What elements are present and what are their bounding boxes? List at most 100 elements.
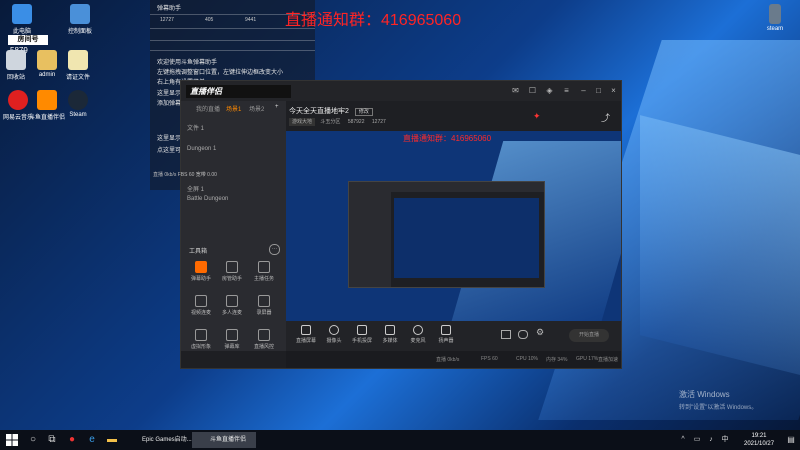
task-view-icon[interactable]: ⧉ [45,433,59,447]
room-category[interactable]: 游戏大地 [289,118,316,126]
tool-multi-link[interactable]: 多人连麦 [217,295,247,316]
computer-icon [12,4,32,24]
tool-video-link[interactable]: 视频连麦 [186,295,216,316]
tool-avatar[interactable]: 虚拟形象 [186,329,216,350]
tool-risk-control[interactable]: 直播风控 [249,329,279,350]
tool-danmaku-assistant[interactable]: 弹幕助手 [186,261,216,282]
desktop-icon-control-panel[interactable]: 控制面板 [60,4,100,35]
windows-start-icon[interactable] [6,434,18,446]
toolbox-more-icon[interactable]: ··· [269,244,280,255]
shield-icon [258,329,270,341]
tool-recorder[interactable]: 录屏器 [249,295,279,316]
tool-room-admin[interactable]: 房管助手 [217,261,247,282]
tool-label: 多人连麦 [221,310,242,316]
play-icon [385,325,395,335]
volume-icon[interactable]: ♪ [704,433,718,447]
button-label: 摄像头 [326,338,342,344]
overlay-line: 这里显示 [157,136,182,142]
download-icon [226,295,238,307]
room-badge: 房间号 [8,35,48,45]
control-panel-icon [70,4,90,24]
maximize-icon[interactable]: □ [594,86,603,95]
file-explorer-icon[interactable]: ▬ [105,433,119,447]
close-icon[interactable]: × [609,86,618,95]
notice-icon[interactable]: ☐ [528,86,537,95]
tool-tasks[interactable]: 主播任务 [249,261,279,282]
room-id: 587922 [347,119,365,125]
bottom-toolbar: 直播屏幕 摄像头 手机投屏 多媒体 麦克风 扬声器 ⚙ 开始直播 [286,321,621,351]
desktop-icon-computer[interactable]: 此电脑 [2,4,42,35]
status-bar: 直播 0kb/s FPS 60 CPU 10% 内存 34% GPU 17% 直… [286,351,621,368]
tab-scene-2[interactable]: 场景2 [249,104,264,113]
tray-chevron-icon[interactable]: ^ [676,433,690,447]
speaker-button[interactable]: 扬声器 [431,325,461,344]
tab-my-live[interactable]: 我的直播 [196,104,220,113]
status-item: GPU 17% [576,356,599,362]
room-heat: 12727 [371,119,386,125]
tool-danmaku-library[interactable]: 弹幕库 [217,329,247,350]
status-item: 直播 0kb/s [436,357,460,363]
avatar-icon [195,329,207,341]
skin-icon[interactable]: ◈ [545,86,554,95]
phone-cast-button[interactable]: 手机投屏 [347,325,377,344]
share-icon[interactable]: ⤴ [601,111,610,124]
room-title-text: 今天全天直播地牢2 [289,108,349,115]
ime-indicator[interactable]: 中 [718,433,732,447]
desktop-icon-label: 请证文件 [65,75,90,81]
steam-file-icon [769,4,781,24]
tab-scene-1[interactable]: 场景1 [226,104,241,113]
screen-capture-button[interactable]: 直播屏幕 [291,325,321,344]
scene-item[interactable]: Battle Dungeon [187,196,228,202]
menu-icon[interactable]: ≡ [562,86,571,95]
overlay-stat: 9441 [245,17,257,23]
camera-icon [329,325,339,335]
edge-icon[interactable]: e [85,433,99,447]
add-tab-icon[interactable]: + [275,104,279,110]
toolbox-title: 工具箱 [189,249,208,255]
scene-item[interactable]: 全屏 1 [187,184,204,193]
desktop-icon-steam[interactable]: Steam [58,90,98,118]
tool-label: 房管助手 [221,276,242,282]
tool-label: 弹幕助手 [190,276,211,282]
clock-time: 19:21 [751,433,767,439]
system-clock[interactable]: 19:21 2021/10/27 [744,432,774,448]
divider [150,50,315,51]
tool-label: 主播任务 [253,276,274,282]
fps-readout: 直播 0kb/s FBS 60 宽带 0.00 [153,172,217,178]
user-icon [226,261,238,273]
camera-button[interactable]: 摄像头 [319,325,349,344]
edit-title-button[interactable]: 修改 [354,108,373,116]
activation-watermark-title: 激活 Windows [679,390,730,399]
messages-icon[interactable]: ✉ [511,86,520,95]
start-live-button[interactable]: 开始直播 [569,329,609,342]
status-item: CPU 10% [516,356,538,362]
douyu-companion-window[interactable]: 直播伴侣 ✉ ☐ ◈ ≡ – □ × 我的直播 场景1 场景2 + 文件 1 D… [153,80,622,369]
microphone-button[interactable]: 麦克风 [403,325,433,344]
title-bar[interactable]: 直播伴侣 ✉ ☐ ◈ ≡ – □ × [181,81,621,101]
overlay-line: 左键拖拽调整窗口位置，左键拉伸边框改变大小 [157,70,284,76]
taskbar-app-epic-games[interactable]: Epic Games启动... [124,432,192,448]
record-icon[interactable] [501,330,511,339]
taskbar-app-douyu-companion[interactable]: 斗鱼直播伴侣 [192,432,256,448]
minimize-icon[interactable]: – [579,86,588,95]
gift-icon[interactable]: ✦ [533,111,541,122]
search-icon[interactable]: ○ [26,433,40,447]
netease-music-icon[interactable]: ● [65,433,79,447]
settings-icon[interactable]: ⚙ [536,327,544,338]
microphone-icon [413,325,423,335]
status-item: FPS 60 [481,356,498,362]
desktop-icon-file[interactable]: 请证文件 [58,50,98,81]
notifications-icon[interactable]: ▤ [784,433,798,447]
screen-icon [301,325,311,335]
scene-item[interactable]: Dungeon 1 [187,146,216,152]
media-button[interactable]: 多媒体 [375,325,405,344]
desktop-icon-steam-right[interactable]: steam [755,4,795,32]
network-icon[interactable]: ▭ [690,433,704,447]
overlay-line: 这里显示 [157,91,182,97]
stream-preview[interactable]: 直播通知群：416965060 [286,131,621,321]
scene-item[interactable]: 文件 1 [187,123,204,132]
button-label: 扬声器 [438,338,454,344]
desktop-icon-label: steam [766,26,784,32]
video-link-icon [195,295,207,307]
eye-icon[interactable] [518,330,528,339]
